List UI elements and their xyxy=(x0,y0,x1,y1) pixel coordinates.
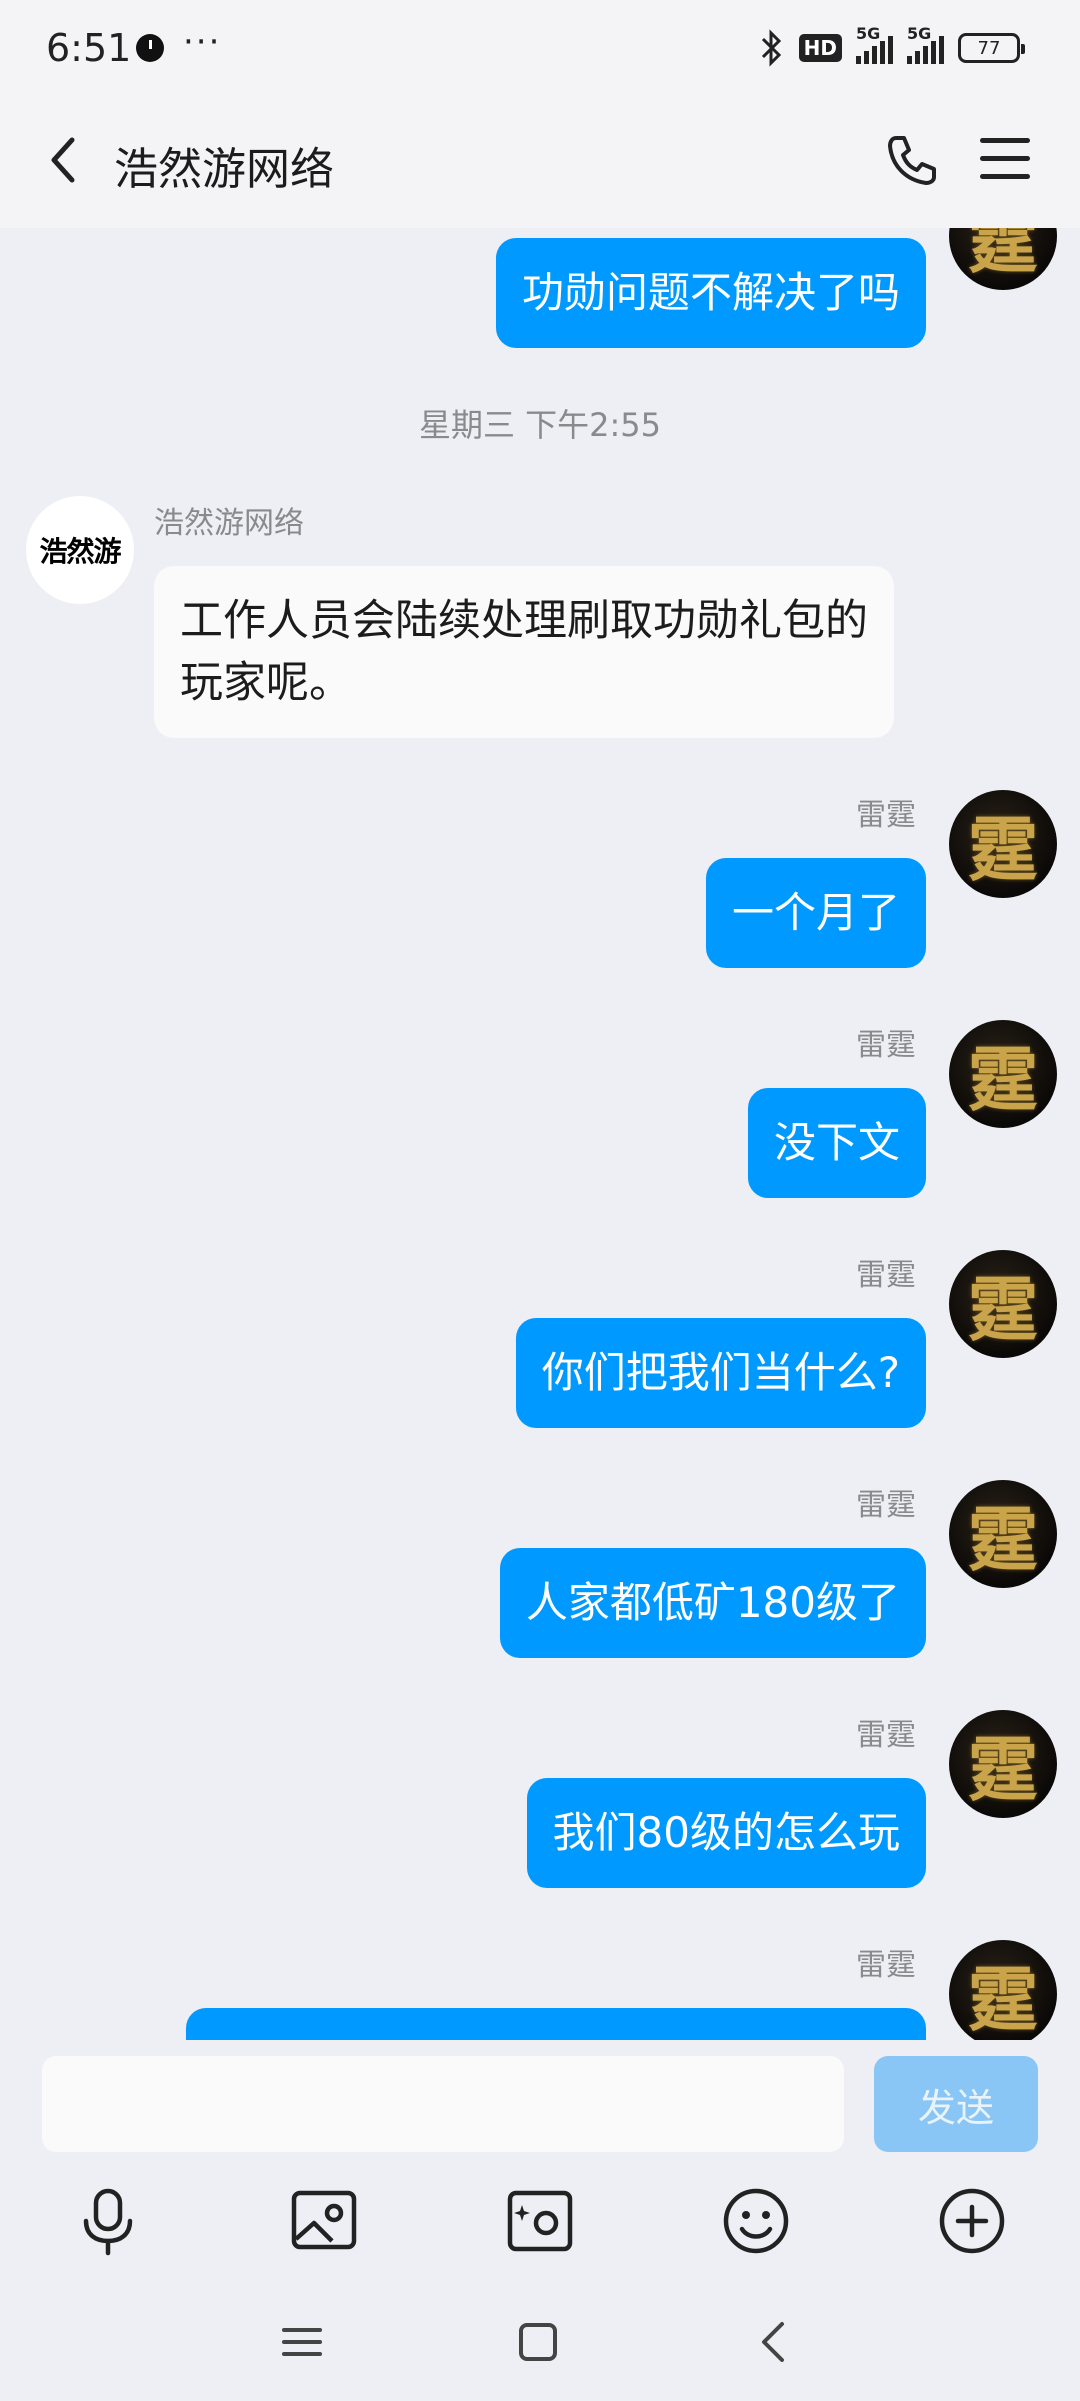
home-icon[interactable] xyxy=(508,2312,568,2372)
chat-title: 浩然游网络 xyxy=(114,144,334,195)
alarm-icon xyxy=(136,34,164,62)
emoji-icon[interactable] xyxy=(718,2183,794,2259)
battery-level: 77 xyxy=(977,37,1001,59)
user-avatar[interactable]: 霆 xyxy=(949,228,1057,290)
sender-name: 雷霆 xyxy=(856,1028,916,1063)
message-bubble-out[interactable]: 人家都低矿180级了 xyxy=(499,1548,926,1658)
battery-icon: 77 xyxy=(958,33,1025,63)
nav-back-icon[interactable] xyxy=(744,2312,804,2372)
message-bubble-out[interactable]: 你们把我们当什么? xyxy=(515,1318,926,1428)
message-bubble-out[interactable]: 没下文 xyxy=(747,1088,926,1198)
sender-name: 浩然游网络 xyxy=(154,506,304,541)
chat-header: 浩然游网络 xyxy=(0,100,1080,228)
timestamp: 星期三 下午2:55 xyxy=(418,406,662,444)
camera-icon[interactable] xyxy=(502,2183,578,2259)
plus-icon[interactable] xyxy=(934,2183,1010,2259)
recents-icon[interactable] xyxy=(272,2312,332,2372)
user-avatar[interactable]: 霆 xyxy=(949,1020,1057,1128)
mic-icon[interactable] xyxy=(70,2183,146,2259)
menu-icon[interactable] xyxy=(980,138,1030,182)
back-icon[interactable] xyxy=(38,130,98,190)
sender-name: 雷霆 xyxy=(856,1258,916,1293)
system-nav-bar xyxy=(0,2290,1080,2401)
send-button[interactable]: 发送 xyxy=(874,2056,1038,2152)
user-avatar[interactable]: 霆 xyxy=(949,790,1057,898)
phone-icon[interactable] xyxy=(882,130,942,190)
message-bubble-out[interactable]: 功勋问题不解决了吗 xyxy=(495,238,926,348)
status-bar: 6:51 ··· HD 5G 5G 77 xyxy=(0,0,1080,100)
status-icons: HD 5G 5G 77 xyxy=(759,24,1025,68)
signal-icon-1: 5G xyxy=(856,24,893,64)
hd-badge: HD xyxy=(798,34,842,62)
user-avatar[interactable]: 霆 xyxy=(949,1480,1057,1588)
bot-avatar[interactable]: 浩然游 xyxy=(26,496,134,604)
message-bubble-in[interactable]: 工作人员会陆续处理刷取功勋礼包的玩家呢。 xyxy=(154,566,894,738)
sender-name: 雷霆 xyxy=(856,1948,916,1983)
user-avatar[interactable]: 霆 xyxy=(949,1250,1057,1358)
user-avatar[interactable]: 霆 xyxy=(949,1710,1057,1818)
sender-name: 雷霆 xyxy=(856,1488,916,1523)
chat-screen: 6:51 ··· HD 5G 5G 77 浩然游网络 霆 功勋问题不解决了吗 星… xyxy=(0,0,1080,2401)
image-icon[interactable] xyxy=(286,2183,362,2259)
message-list[interactable]: 霆 功勋问题不解决了吗 星期三 下午2:55 浩然游 浩然游网络 工作人员会陆续… xyxy=(0,228,1080,2040)
message-input[interactable] xyxy=(42,2056,844,2152)
sender-name: 雷霆 xyxy=(856,1718,916,1753)
bluetooth-icon xyxy=(761,29,781,67)
user-avatar[interactable]: 霆 xyxy=(949,1940,1057,2040)
message-bubble-out-partial[interactable] xyxy=(186,2008,926,2040)
message-bubble-out[interactable]: 一个月了 xyxy=(705,858,926,968)
status-time: 6:51 xyxy=(46,26,132,70)
sender-name: 雷霆 xyxy=(856,798,916,833)
more-notifications-icon: ··· xyxy=(183,22,222,62)
signal-icon-2: 5G xyxy=(907,24,944,64)
message-bubble-out[interactable]: 我们80级的怎么玩 xyxy=(526,1778,926,1888)
